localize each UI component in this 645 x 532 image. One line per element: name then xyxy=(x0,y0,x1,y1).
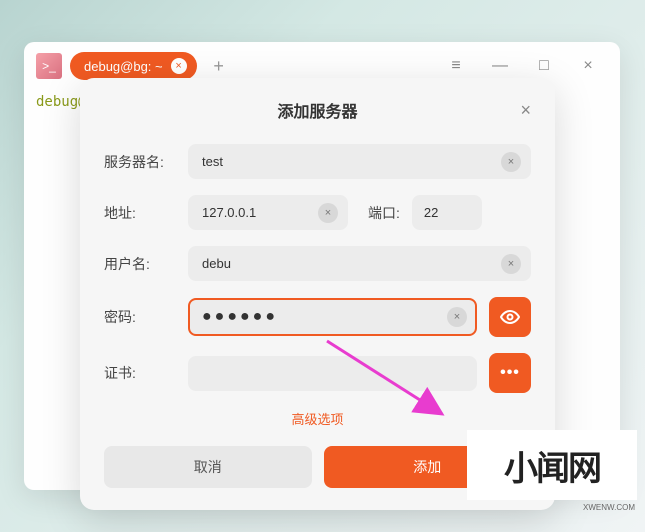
clear-icon[interactable]: × xyxy=(501,254,521,274)
modal-title: 添加服务器 xyxy=(277,98,357,122)
cert-label: 证书: xyxy=(104,363,176,383)
address-label: 地址: xyxy=(104,203,176,223)
modal-header: 添加服务器 × xyxy=(104,98,531,122)
browse-cert-button[interactable]: ••• xyxy=(489,353,531,393)
username-input[interactable] xyxy=(188,246,531,281)
server-name-input[interactable] xyxy=(188,144,531,179)
username-row: 用户名: × xyxy=(104,246,531,281)
cert-row: 证书: ••• xyxy=(104,353,531,393)
port-label: 端口: xyxy=(368,203,400,223)
cert-input[interactable] xyxy=(188,356,477,391)
server-name-row: 服务器名: × xyxy=(104,144,531,179)
cancel-button[interactable]: 取消 xyxy=(104,446,312,488)
advanced-options-link[interactable]: 高级选项 xyxy=(104,409,531,428)
maximize-button[interactable]: □ xyxy=(524,52,564,80)
show-password-button[interactable] xyxy=(489,297,531,337)
clear-icon[interactable]: × xyxy=(447,307,467,327)
watermark-url: XWENW.COM xyxy=(583,503,635,512)
port-input[interactable] xyxy=(412,195,482,230)
clear-icon[interactable]: × xyxy=(318,203,338,223)
window-controls: ≡ — □ × xyxy=(436,52,608,80)
new-tab-button[interactable]: + xyxy=(205,52,233,80)
window-close-button[interactable]: × xyxy=(568,52,608,80)
watermark: 小闻网 xyxy=(467,430,637,500)
minimize-button[interactable]: — xyxy=(480,52,520,80)
watermark-text: 小闻网 xyxy=(504,441,600,490)
app-icon: >_ xyxy=(36,53,62,79)
active-tab[interactable]: debug@bg: ~ × xyxy=(70,52,197,80)
clear-icon[interactable]: × xyxy=(501,152,521,172)
password-row: 密码: × xyxy=(104,297,531,337)
tab-label: debug@bg: ~ xyxy=(84,59,163,74)
modal-close-icon[interactable]: × xyxy=(520,100,531,121)
password-input[interactable] xyxy=(188,298,477,336)
tab-close-icon[interactable]: × xyxy=(171,58,187,74)
eye-icon xyxy=(500,310,520,324)
ellipsis-icon: ••• xyxy=(500,364,520,382)
username-label: 用户名: xyxy=(104,254,176,274)
address-row: 地址: × 端口: xyxy=(104,195,531,230)
password-label: 密码: xyxy=(104,307,176,327)
menu-button[interactable]: ≡ xyxy=(436,52,476,80)
server-name-label: 服务器名: xyxy=(104,152,176,172)
